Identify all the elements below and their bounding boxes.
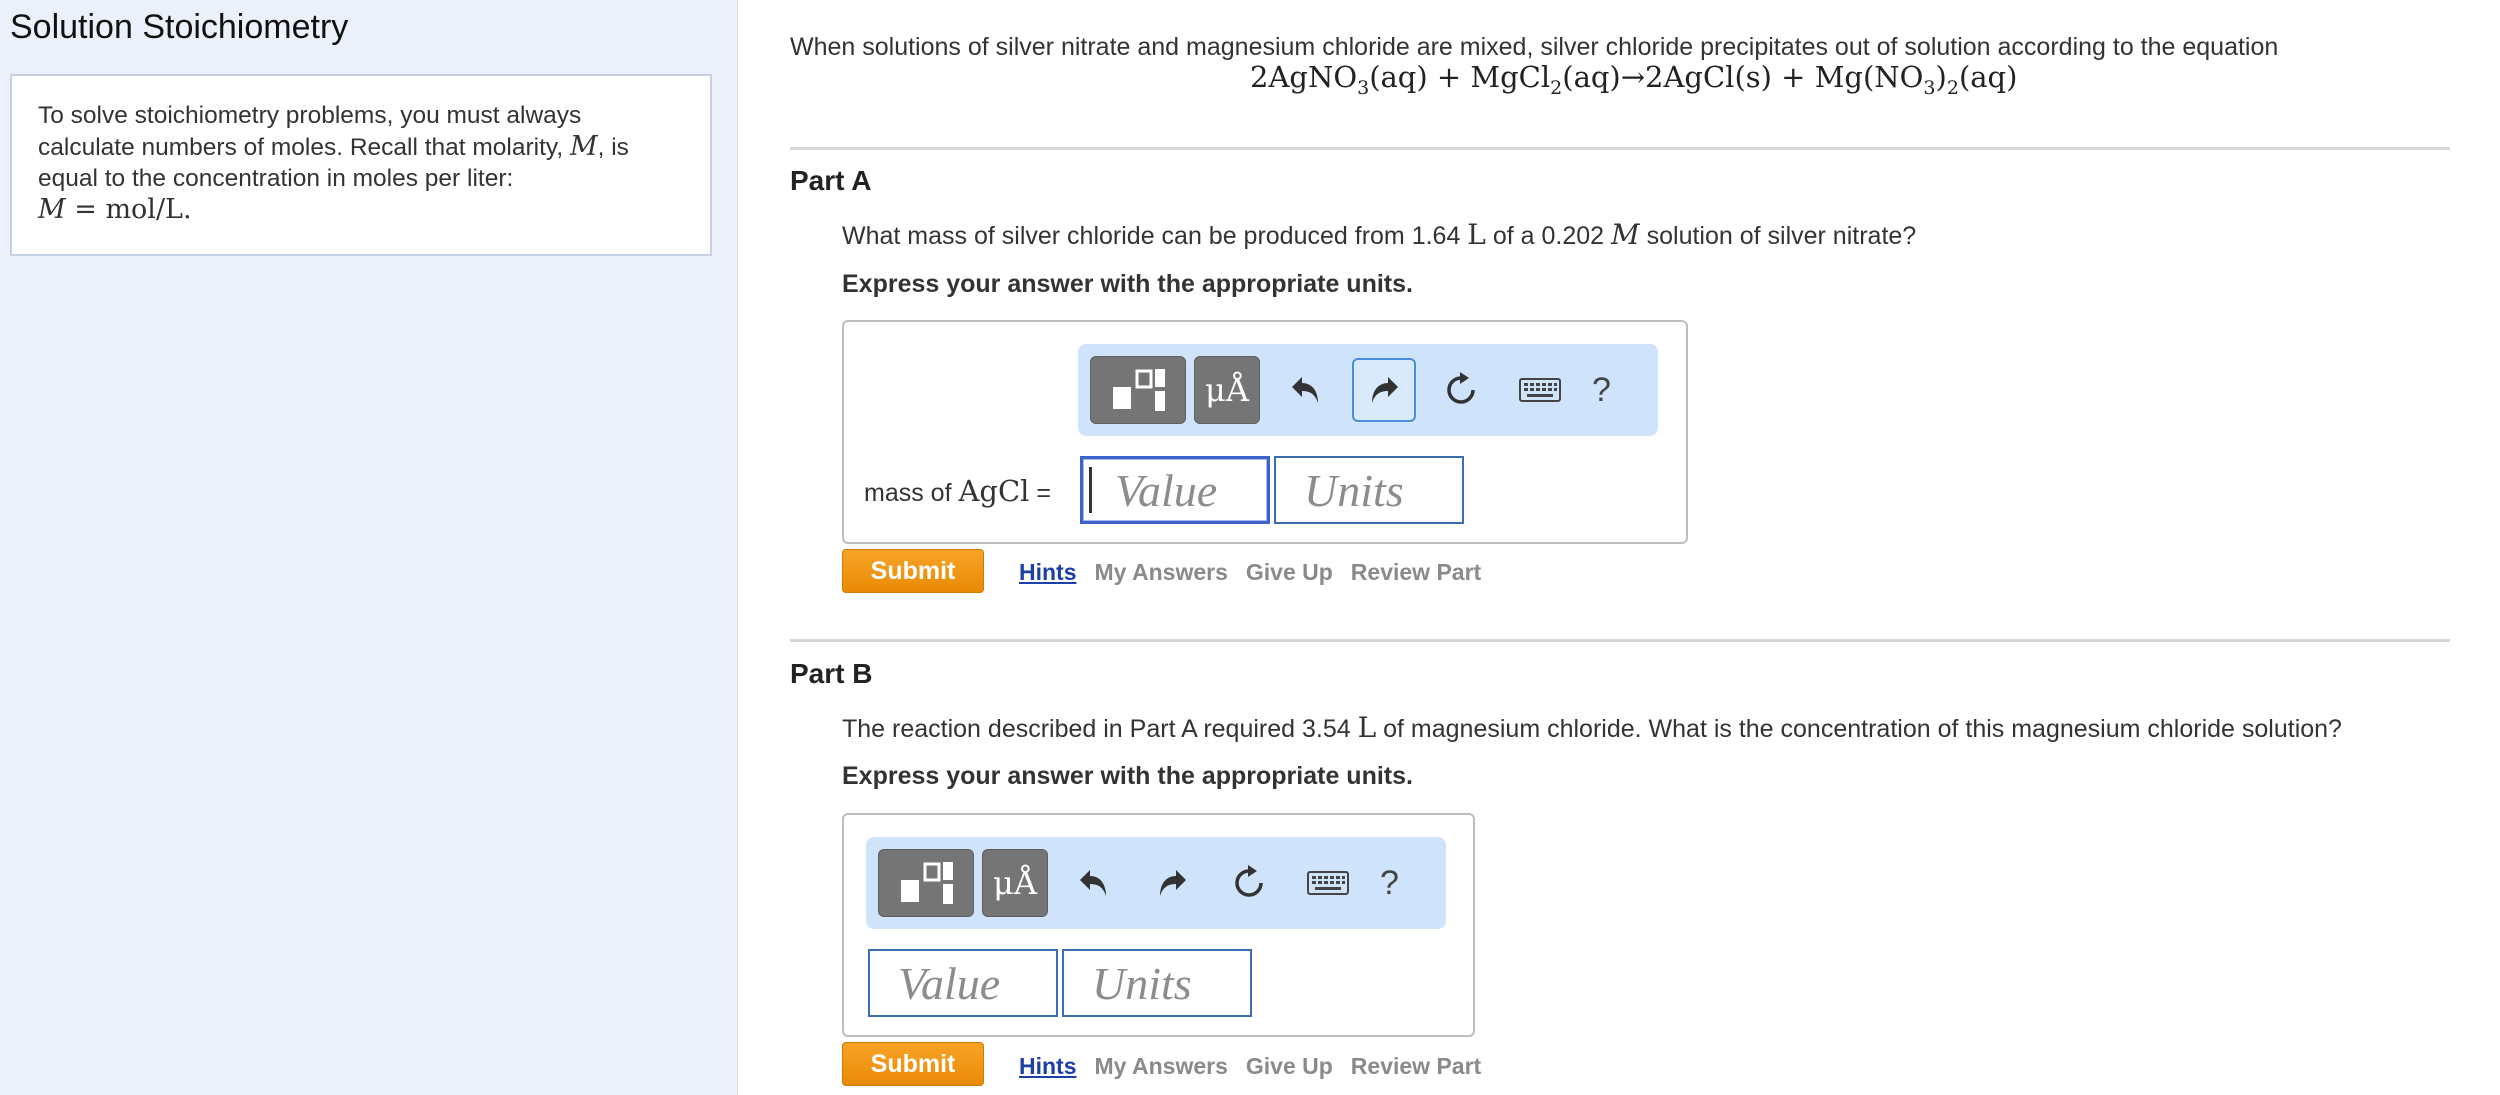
intro-box: To solve stoichiometry problems, you mus… xyxy=(10,74,712,256)
part-a-answer-box: μÅ ? mass of AgCl = xyxy=(842,320,1688,544)
sidebar-title: Solution Stoichiometry xyxy=(10,8,349,46)
part-a-title: Part A xyxy=(790,165,872,196)
part-a-links: Hints My Answers Give Up Review Part xyxy=(1019,559,1499,586)
sidebar: Solution Stoichiometry To solve stoichio… xyxy=(0,0,738,1095)
hints-link[interactable]: Hints xyxy=(1019,1053,1077,1079)
part-b-title: Part B xyxy=(790,658,873,689)
part-b-links: Hints My Answers Give Up Review Part xyxy=(1019,1053,1499,1080)
divider xyxy=(790,147,2450,150)
part-a-units-input[interactable] xyxy=(1274,456,1464,524)
redo-icon[interactable] xyxy=(1352,358,1416,422)
part-a-question: What mass of silver chloride can be prod… xyxy=(842,218,1917,251)
give-up-link[interactable]: Give Up xyxy=(1246,1053,1333,1079)
templates-icon[interactable] xyxy=(1090,356,1186,424)
problem-intro: When solutions of silver nitrate and mag… xyxy=(790,33,2279,61)
symbols-icon[interactable]: μÅ xyxy=(982,849,1048,917)
help-icon[interactable]: ? xyxy=(1592,371,1611,410)
chemical-equation: 2AgNO3(aq) + MgCl2(aq)→2AgCl(s) + Mg(NO3… xyxy=(1250,60,2018,99)
hints-link[interactable]: Hints xyxy=(1019,559,1077,585)
part-b-units-input[interactable] xyxy=(1062,949,1252,1017)
intro-line: To solve stoichiometry problems, you mus… xyxy=(38,102,582,129)
redo-icon[interactable] xyxy=(1140,851,1204,915)
part-b-value-input[interactable] xyxy=(868,949,1058,1017)
molarity-symbol: M xyxy=(569,131,598,162)
review-part-link[interactable]: Review Part xyxy=(1351,1053,1481,1079)
undo-icon[interactable] xyxy=(1274,358,1338,422)
my-answers-link[interactable]: My Answers xyxy=(1095,559,1228,585)
review-part-link[interactable]: Review Part xyxy=(1351,559,1481,585)
part-a-answer-label: mass of AgCl = xyxy=(864,474,1052,508)
help-icon[interactable]: ? xyxy=(1380,864,1399,903)
part-b-answer-box: μÅ ? xyxy=(842,813,1475,1037)
symbols-icon[interactable]: μÅ xyxy=(1194,356,1260,424)
give-up-link[interactable]: Give Up xyxy=(1246,559,1333,585)
part-a-instruction: Express your answer with the appropriate… xyxy=(842,270,1413,298)
part-a-submit-button[interactable]: Submit xyxy=(842,549,984,593)
part-b-submit-button[interactable]: Submit xyxy=(842,1042,984,1086)
templates-icon[interactable] xyxy=(878,849,974,917)
part-b-instruction: Express your answer with the appropriate… xyxy=(842,762,1413,790)
part-b-toolbar: μÅ ? xyxy=(866,837,1446,929)
molarity-formula: M = mol/L. xyxy=(38,194,192,225)
part-a-toolbar: μÅ ? xyxy=(1078,344,1658,436)
reset-icon[interactable] xyxy=(1430,358,1494,422)
my-answers-link[interactable]: My Answers xyxy=(1095,1053,1228,1079)
part-b-question: The reaction described in Part A require… xyxy=(842,711,2342,744)
reset-icon[interactable] xyxy=(1218,851,1282,915)
part-a-value-input[interactable] xyxy=(1080,456,1270,524)
divider xyxy=(790,639,2450,642)
text-cursor xyxy=(1089,467,1092,513)
intro-line: calculate numbers of moles. Recall that … xyxy=(38,131,629,162)
keyboard-icon[interactable] xyxy=(1508,358,1572,422)
undo-icon[interactable] xyxy=(1062,851,1126,915)
intro-line: equal to the concentration in moles per … xyxy=(38,165,514,192)
keyboard-icon[interactable] xyxy=(1296,851,1360,915)
